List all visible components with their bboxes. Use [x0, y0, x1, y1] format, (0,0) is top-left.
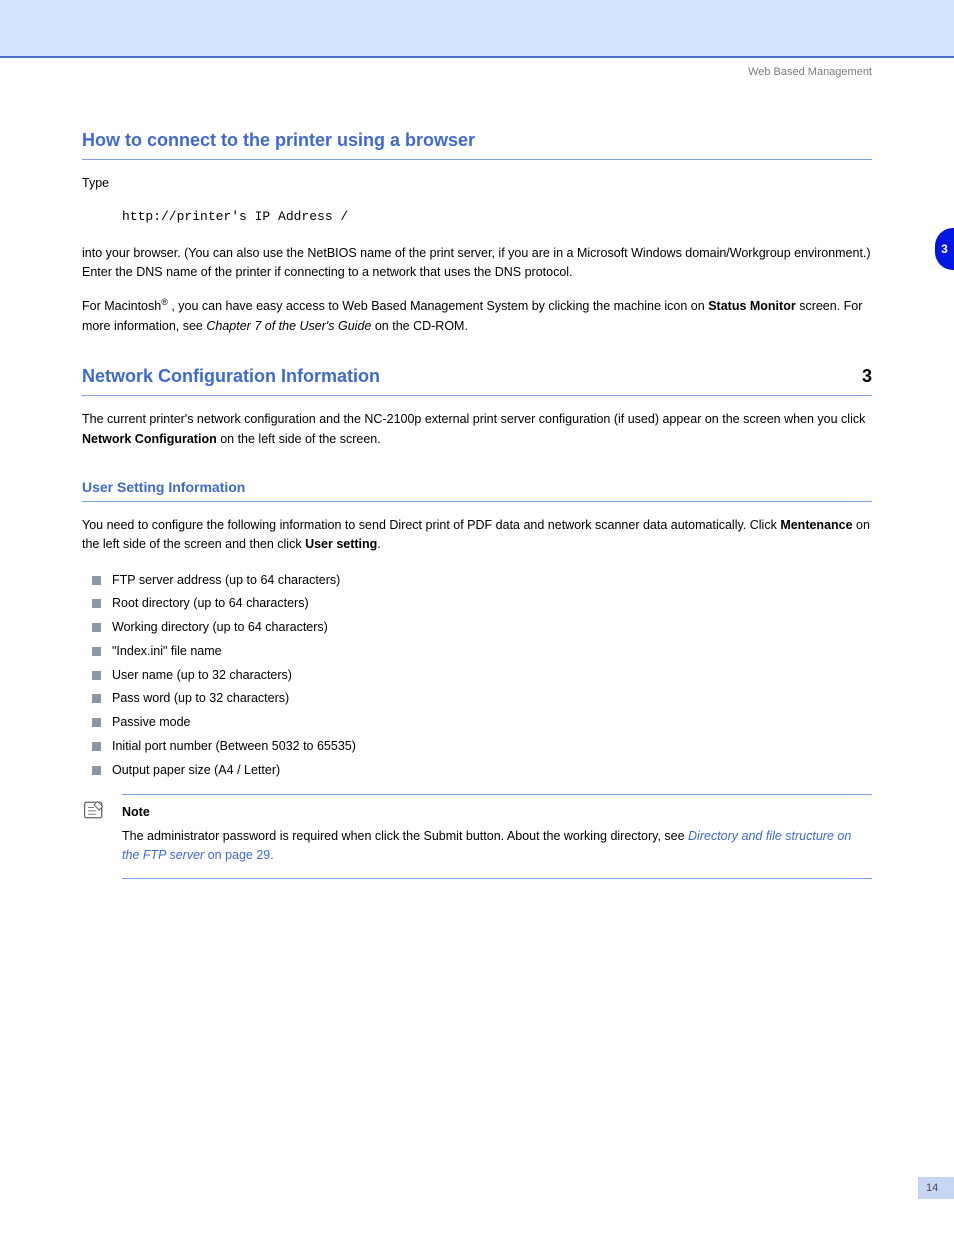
header-band	[0, 0, 954, 58]
paragraph: For Macintosh® , you can have easy acces…	[82, 296, 872, 336]
bold-text: User setting	[305, 537, 377, 551]
bold-text: Network Configuration	[82, 432, 217, 446]
section-number: 3	[862, 366, 872, 387]
list-item: Output paper size (A4 / Letter)	[82, 759, 872, 783]
page-number: 14	[918, 1177, 954, 1199]
paragraph: Type	[82, 174, 872, 193]
code-line: http://printer's IP Address /	[122, 207, 872, 227]
paragraph: You need to configure the following info…	[82, 516, 872, 555]
section-heading-user-setting: User Setting Information	[82, 479, 872, 502]
list-item: FTP server address (up to 64 characters)	[82, 569, 872, 593]
text: The current printer's network configurat…	[82, 412, 865, 426]
paragraph: into your browser. (You can also use the…	[82, 244, 872, 283]
note-block: Note The administrator password is requi…	[122, 794, 872, 878]
text: on the CD-ROM.	[375, 319, 468, 333]
section-body: You need to configure the following info…	[82, 516, 872, 879]
section-body: The current printer's network configurat…	[82, 410, 872, 449]
list-item: Pass word (up to 32 characters)	[82, 687, 872, 711]
text: on page 29.	[208, 848, 274, 862]
paragraph: The current printer's network configurat…	[82, 410, 872, 449]
list-item: Initial port number (Between 5032 to 655…	[82, 735, 872, 759]
list-item: User name (up to 32 characters)	[82, 664, 872, 688]
list-item: Passive mode	[82, 711, 872, 735]
text: .	[377, 537, 380, 551]
list-item: "Index.ini" file name	[82, 640, 872, 664]
text: Type	[82, 176, 109, 190]
heading-text: Network Configuration Information	[82, 366, 380, 386]
section-heading-connect: How to connect to the printer using a br…	[82, 130, 872, 160]
bold-text: Mentenance	[780, 518, 852, 532]
italic-text: Chapter 7 of the User's Guide	[206, 319, 371, 333]
note-body: The administrator password is required w…	[122, 827, 872, 866]
list-item: Root directory (up to 64 characters)	[82, 592, 872, 616]
text: The administrator password is required w…	[122, 829, 685, 843]
text: on the left side of the screen.	[220, 432, 381, 446]
breadcrumb: Web Based Management	[82, 66, 872, 78]
text: For Macintosh	[82, 299, 161, 313]
bold-text: Status Monitor	[708, 299, 796, 313]
text: , you can have easy access to Web Based …	[171, 299, 704, 313]
note-label: Note	[122, 803, 872, 822]
settings-list: FTP server address (up to 64 characters)…	[82, 569, 872, 783]
note-icon	[82, 799, 106, 821]
list-item: Working directory (up to 64 characters)	[82, 616, 872, 640]
section-body: Type http://printer's IP Address / into …	[82, 174, 872, 336]
section-heading-network-config: Network Configuration Information 3	[82, 366, 872, 396]
text: You need to configure the following info…	[82, 518, 777, 532]
